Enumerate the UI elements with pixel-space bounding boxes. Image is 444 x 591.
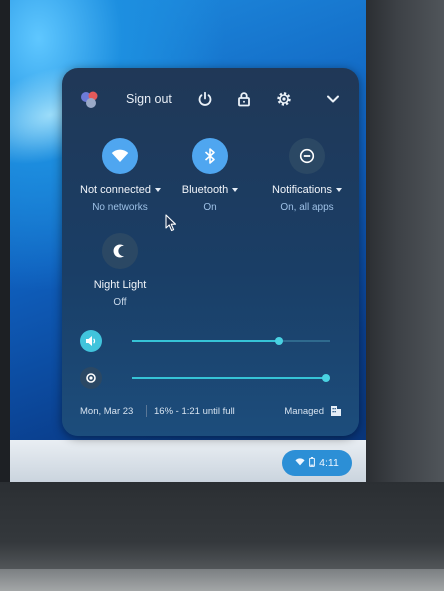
network-label[interactable]: Not connected — [80, 184, 161, 196]
sign-out-button[interactable]: Sign out — [126, 92, 172, 106]
avatar-icon[interactable] — [78, 88, 102, 112]
do-not-disturb-icon[interactable] — [289, 138, 325, 174]
volume-icon[interactable] — [80, 330, 102, 352]
brightness-slider[interactable] — [132, 374, 330, 382]
laptop-hinge — [0, 569, 444, 591]
managed-label[interactable]: Managed — [284, 406, 324, 417]
quick-settings-topbar: Sign out — [62, 68, 359, 128]
brightness-slider-fill — [132, 377, 326, 379]
bluetooth-label[interactable]: Bluetooth — [170, 184, 250, 196]
gear-icon[interactable] — [273, 88, 295, 110]
night-light-feature[interactable]: Night Light Off — [80, 233, 160, 308]
night-light-icon[interactable] — [102, 233, 138, 269]
network-feature[interactable]: Not connected No networks — [80, 138, 161, 213]
lock-icon[interactable] — [233, 88, 255, 110]
volume-slider[interactable] — [132, 337, 330, 345]
volume-slider-fill — [132, 340, 279, 342]
clock-label: 4:11 — [319, 457, 339, 469]
footer-divider — [146, 405, 147, 417]
night-light-label[interactable]: Night Light — [80, 279, 160, 291]
network-status: No networks — [92, 202, 148, 213]
notifications-status: On, all apps — [280, 202, 334, 213]
quick-settings-footer: Mon, Mar 23 16% - 1:21 until full Manage… — [80, 405, 342, 420]
battery-icon — [309, 456, 316, 470]
shelf-status-area[interactable]: 4:11 — [282, 450, 352, 476]
battery-status: 16% - 1:21 until full — [154, 406, 235, 417]
quick-settings-panel: Sign out Not connected No networks Bluet… — [62, 68, 359, 436]
wifi-icon[interactable] — [102, 138, 138, 174]
notifications-label[interactable]: Notifications — [262, 184, 352, 196]
brightness-slider-knob[interactable] — [322, 374, 330, 382]
building-icon[interactable] — [330, 405, 342, 417]
power-icon[interactable] — [194, 88, 216, 110]
brightness-icon[interactable] — [80, 367, 102, 389]
brightness-slider-row — [80, 367, 342, 389]
notifications-feature[interactable]: Notifications On, all apps — [262, 138, 352, 213]
volume-slider-knob[interactable] — [275, 337, 283, 345]
monitor-bezel-bottom — [0, 482, 444, 591]
mouse-cursor-icon — [165, 214, 177, 232]
bluetooth-status: On — [203, 202, 217, 213]
date-label[interactable]: Mon, Mar 23 — [80, 406, 133, 417]
chevron-down-icon[interactable] — [322, 88, 344, 110]
bluetooth-feature[interactable]: Bluetooth On — [170, 138, 250, 213]
bluetooth-icon[interactable] — [192, 138, 228, 174]
night-light-status: Off — [113, 297, 127, 308]
volume-slider-row — [80, 330, 342, 352]
wifi-icon — [295, 457, 305, 469]
